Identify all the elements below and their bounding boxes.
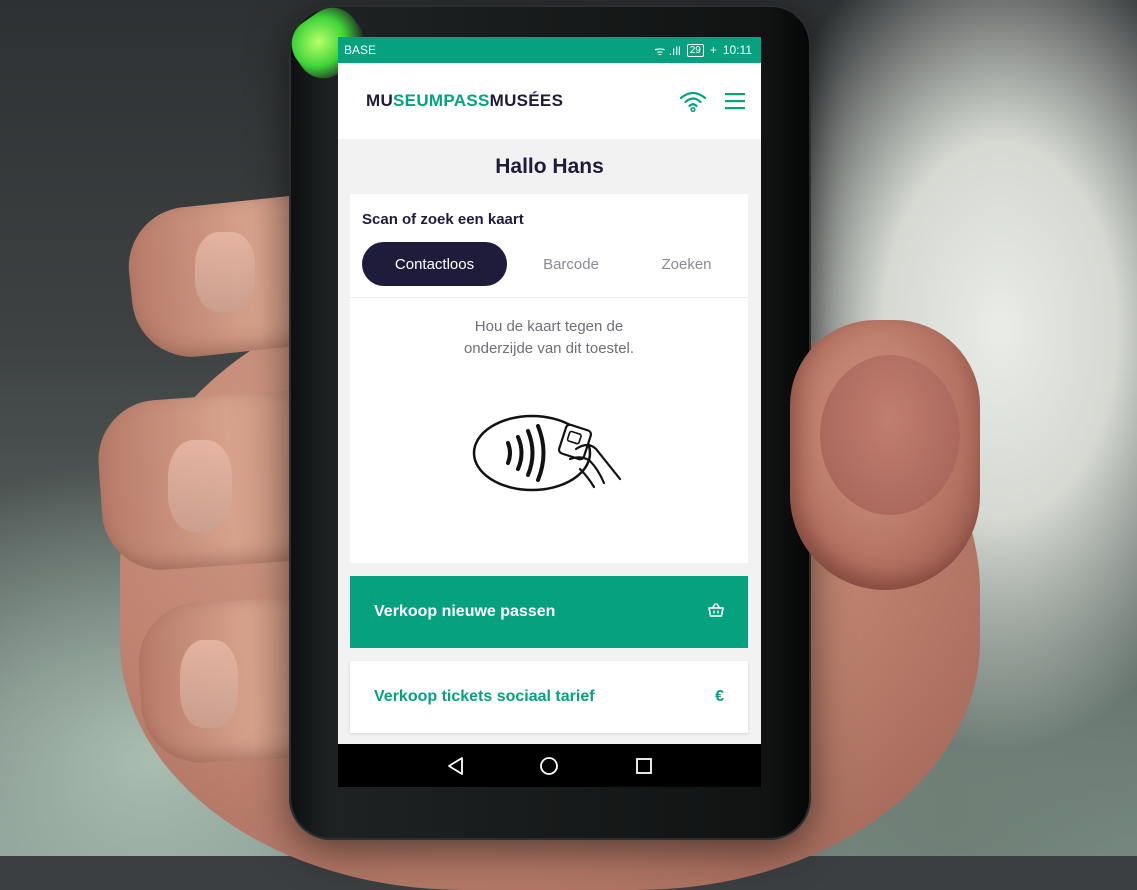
thumb-nail [820, 355, 960, 515]
greeting-title: Hallo Hans [495, 155, 604, 178]
status-bar: BASE ᯤ .ıll 29 + 10:11 [338, 37, 761, 63]
logo-part-4: MUSÉES [489, 91, 564, 110]
sell-social-tickets-button[interactable]: Verkoop tickets sociaal tarief € [350, 661, 748, 733]
app-bar: MUSEUMPASSMUSÉES [338, 63, 761, 139]
scan-mode-tabs: Contactloos Barcode Zoeken [362, 242, 738, 286]
battery-icon: 29 [686, 43, 704, 57]
instruction-line-1: Hou de kaart tegen de [474, 318, 624, 335]
sell-new-passes-button[interactable]: Verkoop nieuwe passen [350, 576, 748, 648]
phone-screen: BASE ᯤ .ıll 29 + 10:11 MUSEUMPASSMUSÉES [338, 37, 761, 787]
recents-icon[interactable] [632, 754, 656, 778]
logo-part-2: SEUM [393, 91, 444, 110]
home-icon[interactable] [537, 754, 561, 778]
battery-charging: + [709, 43, 717, 57]
carrier-label: BASE [344, 43, 377, 57]
tab-zoeken[interactable]: Zoeken [635, 242, 738, 286]
fingernail-3 [180, 640, 238, 728]
logo-part-3: PASS [443, 91, 490, 110]
hamburger-menu-icon[interactable] [725, 92, 745, 110]
clock: 10:11 [722, 43, 752, 57]
sell-social-tickets-label: Verkoop tickets sociaal tarief [374, 688, 595, 705]
app-bar-actions [679, 90, 745, 112]
tab-contactloos[interactable]: Contactloos [362, 242, 507, 286]
euro-icon: € [715, 688, 724, 705]
sell-new-passes-label: Verkoop nieuwe passen [374, 603, 556, 620]
fingernail-1 [195, 232, 255, 312]
wifi-icon[interactable] [679, 90, 707, 112]
battery-level: 29 [689, 44, 701, 56]
scan-card: Scan of zoek een kaart Contactloos Barco… [350, 194, 748, 563]
fingernail-2 [168, 440, 232, 532]
instruction-line-2: onderzijde van dit toestel. [463, 340, 635, 357]
basket-icon [708, 602, 724, 622]
divider [350, 297, 748, 298]
logo-part-1: MU [366, 91, 394, 110]
tab-barcode[interactable]: Barcode [507, 242, 635, 286]
back-icon[interactable] [443, 754, 467, 778]
scan-card-title: Scan of zoek een kaart [362, 211, 524, 228]
android-nav-bar [338, 744, 761, 787]
scan-instructions: Hou de kaart tegen de onderzijde van dit… [350, 316, 748, 360]
status-indicators: ᯤ .ıll 29 + 10:11 [654, 42, 752, 59]
signal-icon: ᯤ .ıll [654, 43, 681, 58]
contactless-card-icon [470, 407, 630, 502]
museumpass-logo[interactable]: MUSEUMPASSMUSÉES [366, 91, 563, 111]
